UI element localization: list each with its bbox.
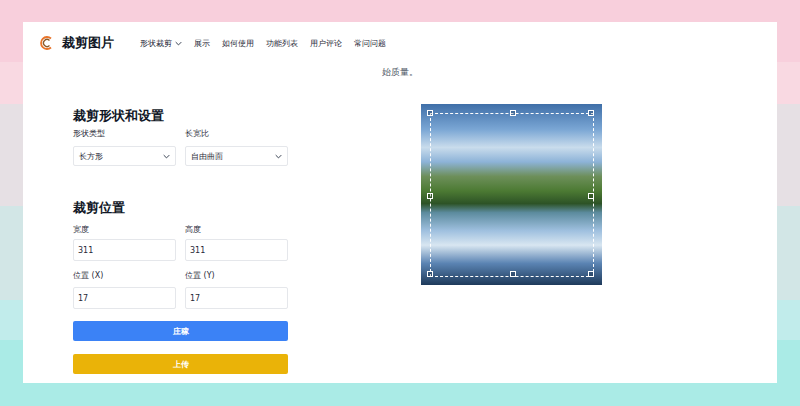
- nav-label[interactable]: 如何使用: [222, 38, 254, 49]
- select-label: 长宽比: [185, 128, 288, 140]
- field-input[interactable]: [185, 239, 288, 261]
- resize-handle[interactable]: [510, 271, 516, 277]
- logo[interactable]: 裁剪图片: [40, 34, 114, 52]
- settings-panel: 裁剪形状和设置形状类型长宽比长方形 自由曲面裁剪位置宽度高度位置 (X) 位置 (Y…: [73, 104, 288, 374]
- nav-label[interactable]: 功能列表: [266, 38, 298, 49]
- field-label: 位置 (X): [73, 270, 176, 282]
- resize-handle[interactable]: [427, 271, 433, 277]
- resize-handle[interactable]: [588, 271, 594, 277]
- nav-item[interactable]: 展示: [194, 38, 210, 49]
- nav-label[interactable]: 展示: [194, 38, 210, 49]
- field-input[interactable]: [73, 287, 176, 309]
- nav-menu: 形状裁剪 展示 如何使用 功能列表 用户评论 常问问题: [140, 38, 386, 49]
- field-label: 位置 (Y): [185, 270, 288, 282]
- resize-handle[interactable]: [427, 193, 433, 199]
- button-label[interactable]: 庄稼: [173, 326, 189, 337]
- upload-button[interactable]: 上传: [73, 354, 288, 374]
- resize-handle[interactable]: [510, 110, 516, 116]
- nav-label[interactable]: 用户评论: [310, 38, 342, 49]
- settings-heading: 裁剪形状和设置: [73, 106, 288, 126]
- select-value[interactable]: 长方形: [79, 151, 103, 162]
- button-label[interactable]: 上传: [173, 359, 189, 370]
- position-heading: 裁剪位置: [73, 198, 288, 218]
- logo-text[interactable]: 裁剪图片: [62, 34, 114, 52]
- nav-item[interactable]: 常问问题: [354, 38, 386, 49]
- landscape-photo: [421, 104, 602, 285]
- field-input[interactable]: [185, 287, 288, 309]
- chevron-down-icon: [175, 41, 182, 46]
- select-value[interactable]: 自由曲面: [191, 151, 223, 162]
- select-row: 长方形 自由曲面: [73, 146, 288, 166]
- resize-handle[interactable]: [588, 193, 594, 199]
- select-labels: 形状类型长宽比: [73, 128, 288, 140]
- field-label: 宽度: [73, 224, 176, 236]
- nav-label[interactable]: 常问问题: [354, 38, 386, 49]
- nav-item[interactable]: 形状裁剪: [140, 38, 182, 49]
- crop-tool: 裁剪形状和设置形状类型长宽比长方形 自由曲面裁剪位置宽度高度位置 (X) 位置 (Y…: [23, 104, 777, 374]
- field-labels: 位置 (X) 位置 (Y): [73, 270, 288, 282]
- nav-label[interactable]: 形状裁剪: [140, 38, 172, 49]
- nav-item[interactable]: 用户评论: [310, 38, 342, 49]
- field-row: [73, 287, 288, 309]
- intro-text: 始质量。: [23, 65, 777, 79]
- field-labels: 宽度高度: [73, 224, 288, 236]
- top-nav: 裁剪图片 形状裁剪 展示 如何使用 功能列表 用户评论 常问问题: [23, 22, 777, 64]
- logo-icon: [40, 36, 54, 50]
- resize-handle[interactable]: [427, 110, 433, 116]
- field-input[interactable]: [73, 239, 176, 261]
- nav-item[interactable]: 功能列表: [266, 38, 298, 49]
- nav-item[interactable]: 如何使用: [222, 38, 254, 49]
- resize-handle[interactable]: [588, 110, 594, 116]
- preview-panel: [421, 104, 602, 374]
- ratio-select[interactable]: 自由曲面: [185, 146, 288, 166]
- field-label: 高度: [185, 224, 288, 236]
- chevron-down-icon: [275, 154, 282, 159]
- crop-box[interactable]: [430, 113, 594, 277]
- shape-select[interactable]: 长方形: [73, 146, 176, 166]
- field-row: [73, 239, 288, 261]
- select-label: 形状类型: [73, 128, 176, 140]
- crop-button[interactable]: 庄稼: [73, 321, 288, 341]
- chevron-down-icon: [163, 154, 170, 159]
- main-card: 裁剪图片 形状裁剪 展示 如何使用 功能列表 用户评论 常问问题始质量。裁剪形状和设置形状类…: [23, 22, 777, 383]
